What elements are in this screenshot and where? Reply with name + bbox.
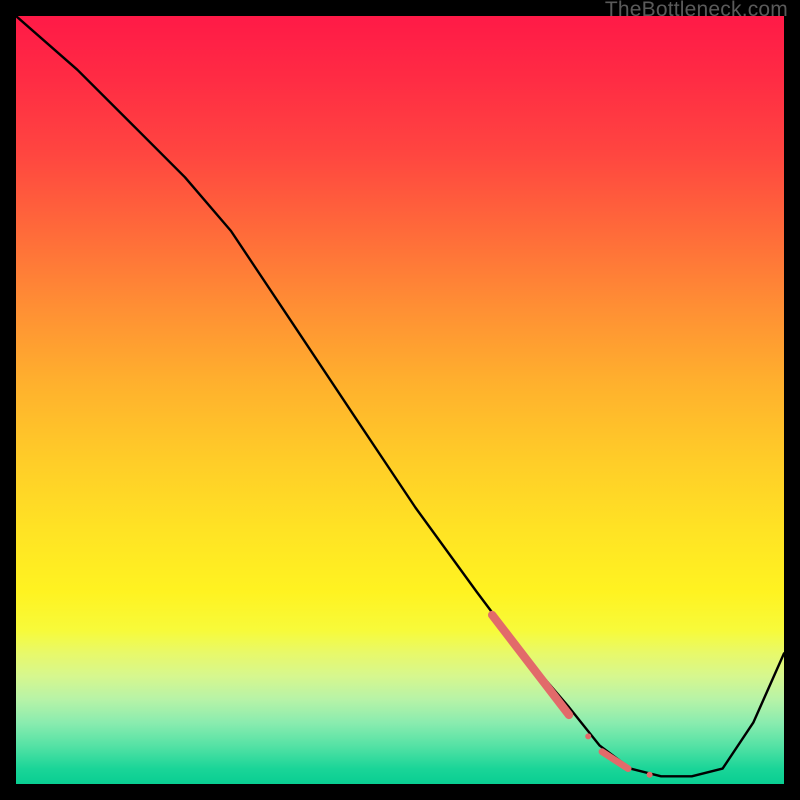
bottleneck-curve (16, 16, 784, 776)
chart-marker-pill (492, 615, 569, 715)
chart-markers (492, 615, 652, 778)
chart-marker-pill (602, 752, 628, 769)
watermark-text: TheBottleneck.com (605, 0, 788, 22)
chart-marker-dot (585, 733, 591, 739)
chart-frame (14, 14, 786, 786)
chart-overlay (16, 16, 784, 784)
chart-marker-dot (647, 772, 653, 778)
